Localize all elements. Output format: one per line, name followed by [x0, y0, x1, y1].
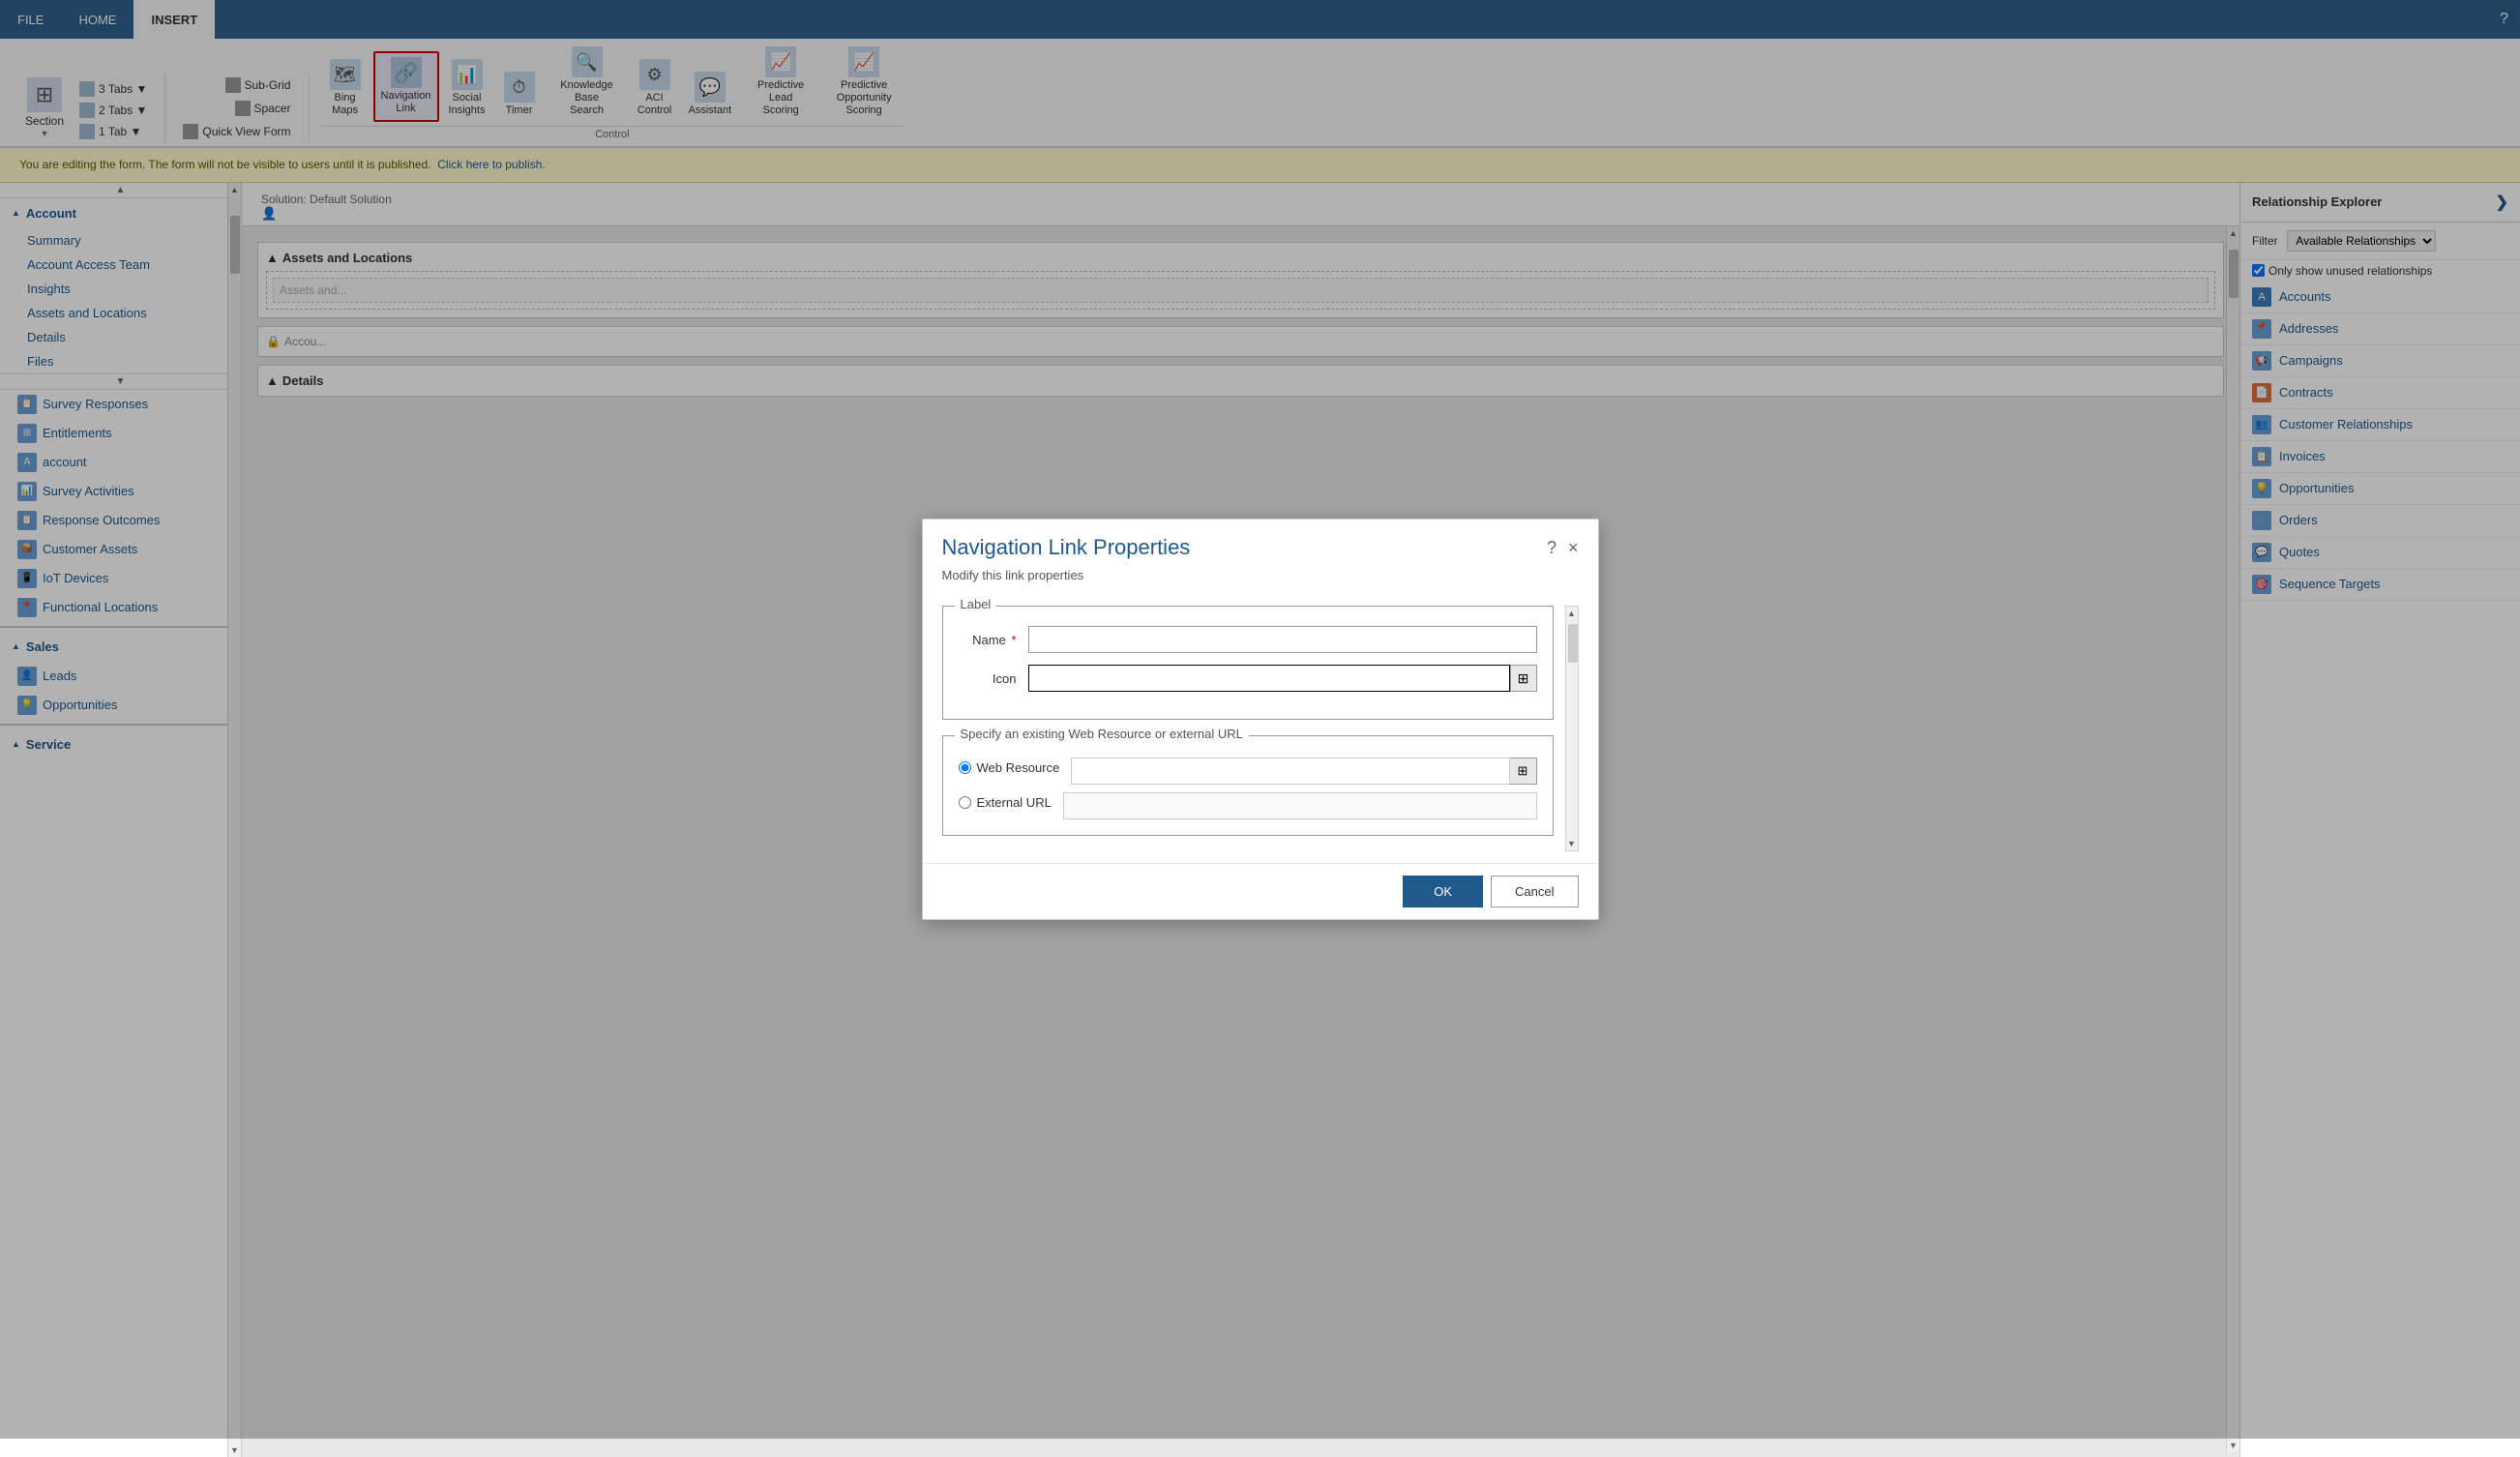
external-url-radio-option: External URL	[959, 795, 1052, 810]
modal-header: Navigation Link Properties ? ×	[923, 520, 1598, 568]
icon-field-label: Icon	[959, 671, 1017, 686]
icon-field-container: ⊞	[1028, 665, 1537, 692]
modal-subtitle: Modify this link properties	[923, 568, 1598, 594]
modal-header-actions: ? ×	[1547, 538, 1579, 558]
web-resource-input[interactable]	[1071, 758, 1509, 785]
external-url-radio[interactable]	[959, 796, 971, 809]
web-resource-radio-option: Web Resource	[959, 760, 1060, 775]
icon-field-row: Icon ⊞	[959, 665, 1537, 692]
web-resource-input-container: ⊞	[1071, 758, 1536, 785]
url-fieldset: Specify an existing Web Resource or exte…	[942, 735, 1554, 836]
modal-ok-btn[interactable]: OK	[1403, 876, 1483, 907]
external-url-input-container	[1063, 792, 1537, 819]
external-url-input[interactable]	[1063, 792, 1537, 819]
external-url-label: External URL	[977, 795, 1052, 810]
name-required-marker: *	[1011, 633, 1016, 647]
modal-title: Navigation Link Properties	[942, 535, 1191, 560]
icon-browse-btn[interactable]: ⊞	[1510, 665, 1537, 692]
modal-scroll-thumb[interactable]	[1568, 624, 1578, 663]
modal-body-inner: Label Name * Icon ⊞	[942, 606, 1554, 851]
web-resource-radio[interactable]	[959, 761, 971, 774]
external-url-option-row: External URL	[959, 792, 1537, 819]
modal-scrollbar[interactable]: ▲ ▼	[1565, 606, 1579, 851]
modal-help-btn[interactable]: ?	[1547, 538, 1556, 558]
name-field-input[interactable]	[1028, 626, 1537, 653]
web-resource-row: Web Resource ⊞	[959, 758, 1537, 785]
external-url-row: External URL	[959, 792, 1537, 819]
modal-overlay[interactable]: Navigation Link Properties ? × Modify th…	[0, 0, 2520, 1439]
modal-close-btn[interactable]: ×	[1568, 539, 1579, 556]
name-field-label: Name *	[959, 633, 1017, 647]
name-field-row: Name *	[959, 626, 1537, 653]
url-legend: Specify an existing Web Resource or exte…	[955, 727, 1249, 741]
modal-footer: OK Cancel	[923, 863, 1598, 919]
center-scroll-down[interactable]: ▼	[2227, 1439, 2239, 1452]
modal-scroll-up-arrow[interactable]: ▲	[1565, 607, 1578, 620]
web-resource-browse-btn[interactable]: ⊞	[1510, 758, 1537, 785]
label-fieldset: Label Name * Icon ⊞	[942, 606, 1554, 720]
web-resource-label: Web Resource	[977, 760, 1060, 775]
modal-body: Label Name * Icon ⊞	[923, 594, 1598, 863]
modal-scroll-down-arrow[interactable]: ▼	[1565, 837, 1578, 850]
navigation-link-properties-modal: Navigation Link Properties ? × Modify th…	[922, 519, 1599, 920]
modal-scroll-track	[1566, 620, 1578, 837]
nav-scroll-down-arrow[interactable]: ▼	[228, 1443, 241, 1457]
web-resource-option-row: Web Resource ⊞	[959, 758, 1537, 785]
label-legend: Label	[955, 597, 997, 611]
icon-field-input[interactable]	[1028, 665, 1510, 692]
modal-cancel-btn[interactable]: Cancel	[1491, 876, 1578, 907]
